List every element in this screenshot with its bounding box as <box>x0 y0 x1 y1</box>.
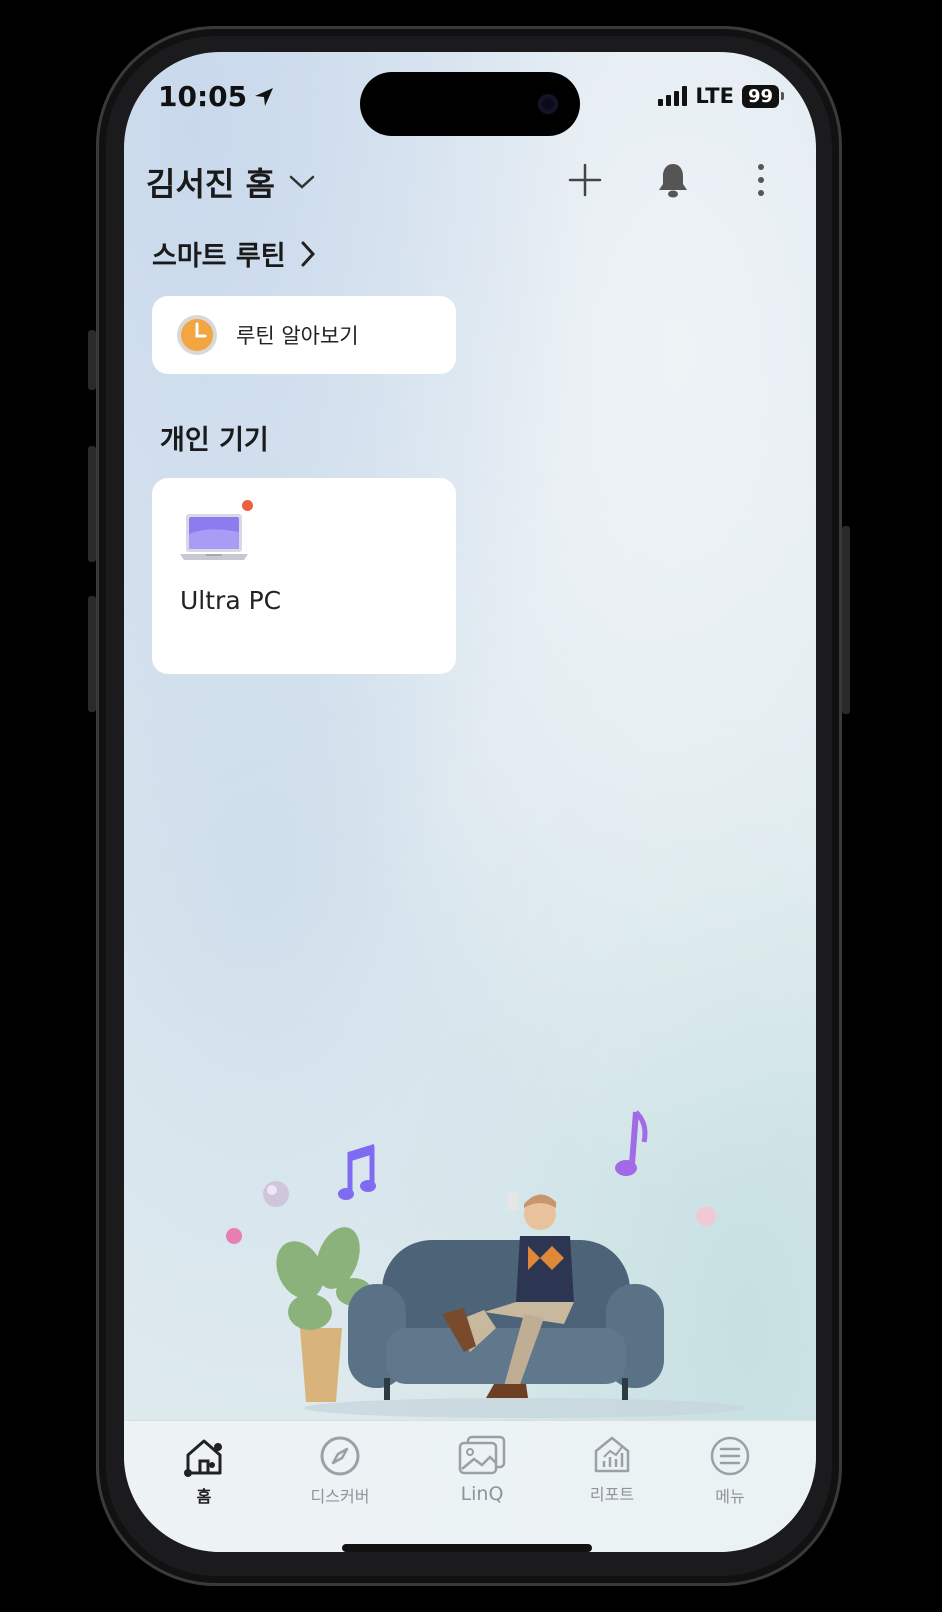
compass-icon <box>320 1436 360 1476</box>
side-button <box>88 330 96 390</box>
dynamic-island <box>360 72 580 136</box>
report-icon <box>594 1436 630 1473</box>
status-time-text: 10:05 <box>158 80 248 113</box>
plus-icon <box>568 163 602 197</box>
side-button <box>88 446 96 562</box>
devices-section-title: 개인 기기 <box>160 425 269 456</box>
menu-icon <box>710 1436 750 1476</box>
side-button <box>88 596 96 712</box>
signal-icon <box>658 86 688 106</box>
clock-icon <box>177 315 217 355</box>
tab-discover-label: 디스커버 <box>310 1487 370 1506</box>
more-button[interactable] <box>742 160 780 200</box>
tab-home-label: 홈 <box>196 1487 212 1506</box>
tab-report[interactable]: 리포트 <box>562 1435 662 1505</box>
gallery-icon <box>458 1435 506 1475</box>
routine-section-header[interactable]: 스마트 루틴 <box>152 234 316 273</box>
device-card[interactable]: Ultra PC <box>152 478 456 674</box>
home-indicator[interactable] <box>342 1544 592 1552</box>
tab-linq[interactable]: LinQ <box>432 1435 532 1505</box>
header: 김서진 홈 <box>146 152 794 212</box>
laptop-icon <box>180 514 248 560</box>
home-icon <box>184 1439 222 1477</box>
notification-button[interactable] <box>654 160 692 200</box>
chevron-right-icon <box>301 241 315 266</box>
routine-section-title: 스마트 루틴 <box>152 241 286 272</box>
battery-indicator: 99 <box>741 84 779 108</box>
status-time: 10:05 <box>158 80 275 113</box>
music-note-icon <box>615 1110 648 1176</box>
home-selector[interactable]: 김서진 홈 <box>146 159 315 205</box>
music-note-icon <box>338 1144 376 1200</box>
tab-menu-label: 메뉴 <box>715 1487 745 1506</box>
tab-bar: 홈 디스커버 LinQ 리포트 메뉴 <box>124 1420 816 1552</box>
tab-discover[interactable]: 디스커버 <box>290 1435 390 1507</box>
tab-menu[interactable]: 메뉴 <box>680 1435 780 1507</box>
tab-report-label: 리포트 <box>589 1485 635 1504</box>
routine-card[interactable]: 루틴 알아보기 <box>152 296 456 374</box>
screen: 10:05 LTE 99 김서진 홈 스마트 루틴 루틴 알아보기 개인 기기 … <box>124 52 816 1552</box>
location-arrow-icon <box>255 87 274 106</box>
header-actions <box>566 160 780 200</box>
network-label: LTE <box>695 84 734 108</box>
side-button <box>842 526 850 714</box>
bell-icon <box>659 164 687 198</box>
add-button[interactable] <box>566 160 604 200</box>
living-room-illustration <box>226 1110 744 1418</box>
home-title: 김서진 홈 <box>146 165 275 203</box>
battery-tip <box>781 92 784 100</box>
tab-linq-label: LinQ <box>460 1483 504 1505</box>
device-name: Ultra PC <box>180 586 282 615</box>
routine-card-label: 루틴 알아보기 <box>236 324 359 348</box>
status-indicators: LTE 99 <box>658 84 784 108</box>
camera-icon <box>538 94 558 114</box>
tab-home[interactable]: 홈 <box>154 1435 254 1507</box>
more-vertical-icon <box>758 164 764 196</box>
notification-dot <box>242 500 253 511</box>
chevron-down-icon <box>289 175 315 189</box>
